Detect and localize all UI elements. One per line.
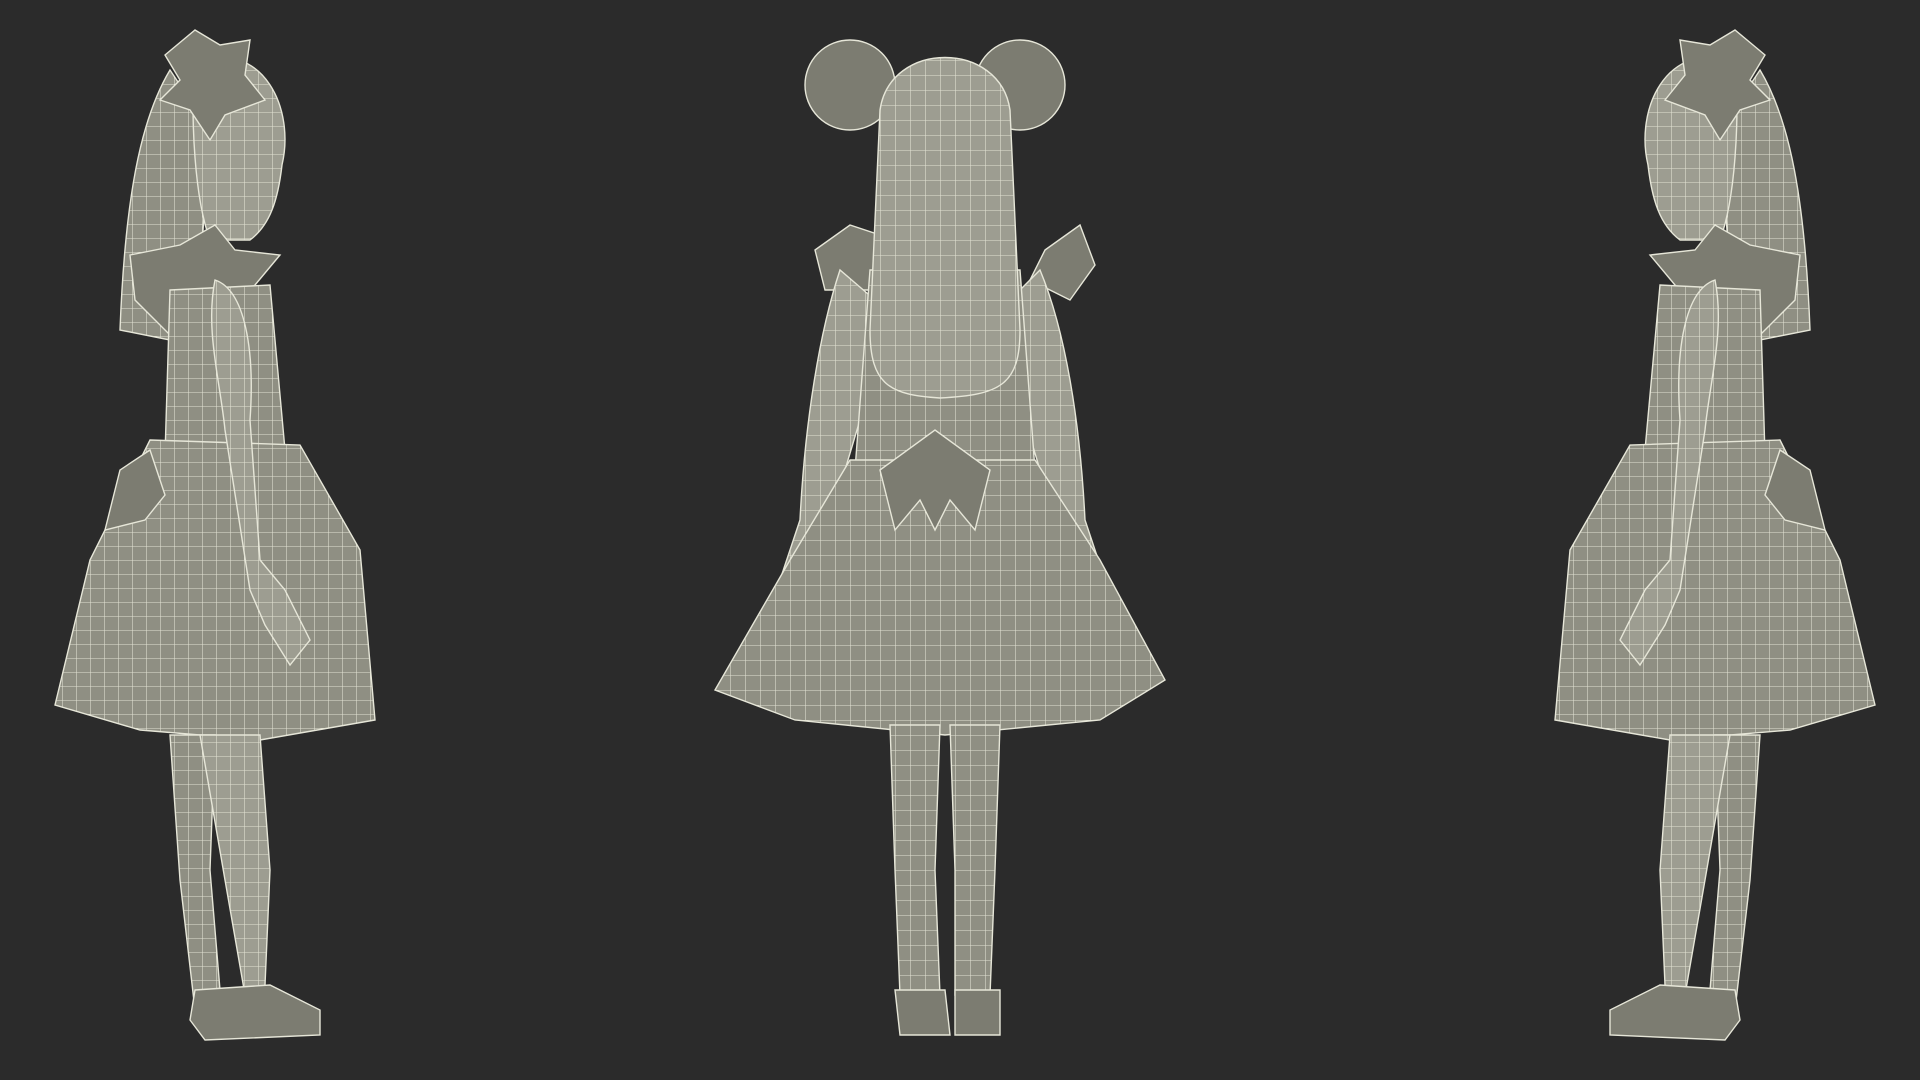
figure-back-view	[713, 39, 1166, 1036]
figure-side-view-right	[1554, 29, 1876, 1041]
figure-side-view-left	[54, 29, 376, 1041]
shoe-left	[894, 989, 951, 1036]
render-viewport	[0, 0, 1920, 1080]
shoe	[1609, 984, 1741, 1041]
shoe-right	[954, 989, 1001, 1036]
shoe	[189, 984, 321, 1041]
